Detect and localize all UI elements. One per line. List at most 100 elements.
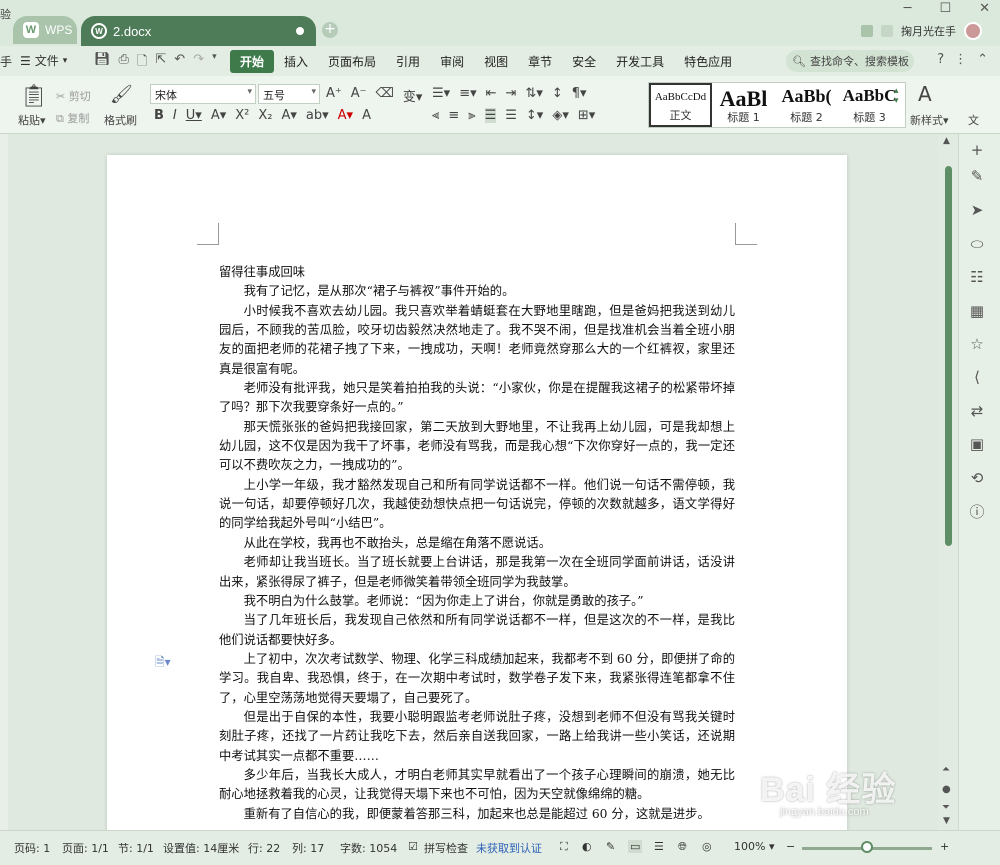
tab-wps-home[interactable]: W WPS — [13, 16, 77, 44]
ribbon-tab[interactable]: 审阅 — [430, 50, 474, 73]
document-paragraph[interactable]: 多少年后，当我长大成人，才明白老师其实早就看出了一个孩子心理瞬间的崩溃，她无比耐… — [219, 766, 735, 805]
new-tab-plus-icon[interactable]: + — [322, 22, 338, 38]
document-paragraph[interactable]: 老师没有批评我，她只是笑着拍拍我的头说：“小家伙，你是在提醒我这裙子的松紧带坏掉… — [219, 379, 735, 418]
tab-document[interactable]: W 2.docx — [81, 16, 316, 46]
grow-font-icon[interactable]: A⁺ — [326, 86, 342, 105]
ribbon-tab[interactable]: 插入 — [274, 50, 318, 73]
document-paragraph[interactable]: 重新有了自信心的我，即便蒙着答那三科，加起来也总是能超过 60 分，这就是进步。 — [219, 805, 735, 824]
ribbon-tab[interactable]: 安全 — [562, 50, 606, 73]
more-icon[interactable]: ⋮ — [954, 52, 967, 67]
align-center-icon[interactable]: ≡ — [448, 108, 459, 123]
help-icon[interactable]: ? — [937, 52, 944, 67]
sort-icon[interactable]: ↕ — [552, 86, 563, 101]
document-paragraph[interactable]: 但是出于自保的本性，我要小聪明跟监考老师说肚子疼，没想到老师不但没有骂我关键时刻… — [219, 708, 735, 766]
collapse-ribbon-icon[interactable]: ⌃ — [977, 52, 988, 67]
shrink-font-icon[interactable]: A⁻ — [351, 86, 367, 105]
format-painter-button[interactable]: 格式刷 — [104, 112, 137, 128]
font-color-icon[interactable]: A▾ — [338, 108, 353, 123]
ribbon-tab[interactable]: 开始 — [230, 50, 275, 73]
ribbon-cut-text[interactable]: 文 — [968, 112, 979, 128]
status-word-count[interactable]: 字数: 1054 — [340, 840, 397, 856]
status-section[interactable]: 节: 1/1 — [118, 840, 154, 856]
bold-icon[interactable]: B — [154, 108, 164, 123]
clear-format-icon[interactable]: ⌫ — [376, 86, 394, 105]
favorite-star-icon[interactable]: ☆ — [967, 334, 987, 354]
font-size-select[interactable]: 五号 — [258, 84, 320, 104]
avatar[interactable] — [964, 22, 982, 40]
web-view-icon[interactable]: 🌐︎ — [678, 840, 687, 854]
gallery-icon[interactable]: ▦ — [967, 301, 987, 321]
borders-icon[interactable]: ⊞▾ — [578, 108, 595, 123]
document-title[interactable]: 留得往事成回味 — [219, 263, 735, 282]
spell-check-icon[interactable]: ☑ — [408, 840, 418, 853]
char-shading-icon[interactable]: A — [362, 108, 371, 123]
align-left-icon[interactable]: ⫷ — [432, 108, 439, 123]
file-menu[interactable]: ☰ 文件 ▾ — [20, 52, 67, 69]
show-marks-icon[interactable]: ¶▾ — [572, 86, 587, 101]
panel-collapse-icon[interactable]: + — [967, 140, 987, 160]
document-body[interactable]: 留得往事成回味 我有了记忆，是从那次“裙子与裤衩”事件开始的。 小时候我不喜欢去幼… — [219, 263, 735, 824]
fullscreen-icon[interactable]: ⛶ — [560, 840, 568, 854]
share-icon[interactable]: ⟨ — [967, 367, 987, 387]
user-name[interactable]: 掬月光在手 — [901, 23, 956, 39]
maximize-icon[interactable]: ☐ — [939, 1, 951, 16]
document-paragraph[interactable]: 小时候我不喜欢去幼儿园。我只喜欢举着蜻蜓套在大野地里瞎跑，但是爸妈把我送到幼儿园… — [219, 302, 735, 379]
text-effect-icon[interactable]: A▾ — [281, 108, 296, 123]
command-search[interactable]: 🔍︎ 查找命令、搜索模板 — [786, 50, 914, 72]
underline-icon[interactable]: U▾ — [186, 108, 202, 123]
print-preview-icon[interactable]: 🗋︎ — [137, 52, 147, 74]
highlight-icon[interactable]: ab▾ — [306, 108, 329, 123]
document-paragraph[interactable]: 上了初中，次次考试数学、物理、化学三科成绩加起来，我都考不到 60 分，即便拼了… — [219, 650, 735, 708]
paragraph-layout-icon[interactable]: 🗎▾ — [155, 653, 171, 674]
font-name-select[interactable]: 宋体 — [150, 84, 256, 104]
ribbon-tab[interactable]: 特色应用 — [674, 50, 742, 73]
edit-mode-icon[interactable]: ✎ — [606, 840, 615, 853]
shading-icon[interactable]: ◈▾ — [552, 108, 569, 123]
format-painter-icon[interactable]: 🖌︎ — [110, 84, 133, 105]
new-style-icon[interactable]: A — [918, 82, 932, 106]
edit-pen-icon[interactable]: ✎ — [967, 166, 987, 186]
paste-button[interactable]: 粘贴▾ — [18, 112, 46, 128]
status-page-number[interactable]: 页码: 1 — [14, 840, 50, 856]
unsaved-dot-icon[interactable] — [296, 27, 304, 35]
ribbon-tab[interactable]: 章节 — [518, 50, 562, 73]
document-paragraph[interactable]: 那天慌张张的爸妈把我接回家，第二天放到大野地里，不让我再上幼儿园，可是我却想上幼… — [219, 418, 735, 476]
document-paragraph[interactable]: 当了几年班长后，我发现自己依然和所有同学说话都不一样，但是这次的不一样，是我比他… — [219, 611, 735, 650]
status-column[interactable]: 列: 17 — [292, 840, 324, 856]
ribbon-tab[interactable]: 页面布局 — [318, 50, 386, 73]
ribbon-tab[interactable]: 开发工具 — [606, 50, 674, 73]
zoom-out-icon[interactable]: − — [786, 840, 795, 853]
document-paragraph[interactable]: 从此在学校，我再也不敢抬头，总是缩在角落不愿说话。 — [219, 534, 735, 553]
help-circle-icon[interactable]: ⓘ — [967, 502, 987, 522]
scroll-up-icon[interactable]: ▲ — [943, 136, 950, 146]
zoom-slider-knob[interactable] — [861, 841, 873, 853]
undo-icon[interactable]: ↶ — [174, 52, 185, 74]
document-paragraph[interactable]: 我不明白为什么鼓掌。老师说：“因为你走上了讲台，你就是勇敢的孩子。” — [219, 592, 735, 611]
new-style-button[interactable]: 新样式▾ — [910, 112, 949, 128]
protect-eye-icon[interactable]: ◐ — [582, 840, 592, 853]
save-icon[interactable]: 💾︎ — [94, 52, 111, 74]
ribbon-tab[interactable]: 视图 — [474, 50, 518, 73]
window-mode-icon[interactable] — [881, 25, 893, 37]
shapes-icon[interactable]: ⬭ — [967, 234, 987, 254]
zoom-level[interactable]: 100% ▾ — [734, 840, 774, 853]
justify-icon[interactable]: ☰ — [484, 108, 497, 123]
zoom-in-icon[interactable]: + — [940, 840, 949, 853]
status-spell-check[interactable]: 拼写检查 — [424, 840, 468, 856]
numbering-icon[interactable]: ≡▾ — [459, 86, 476, 101]
phonetic-icon[interactable]: 变▾ — [403, 86, 423, 105]
decrease-indent-icon[interactable]: ⇤ — [486, 86, 497, 101]
close-icon[interactable]: ✕ — [979, 1, 990, 16]
document-page[interactable]: 🗎▾ 留得往事成回味 我有了记忆，是从那次“裙子与裤衩”事件开始的。 小时候我不喜… — [107, 155, 847, 830]
adjust-sliders-icon[interactable]: ☷ — [967, 267, 987, 287]
cut-button[interactable]: ✂ 剪切 — [56, 88, 91, 104]
style-heading-1[interactable]: AaBl 标题 1 — [712, 83, 775, 127]
outline-view-icon[interactable]: ☰ — [654, 840, 664, 853]
distributed-icon[interactable]: ☰ — [505, 108, 517, 123]
align-right-icon[interactable]: ⫸ — [468, 108, 475, 123]
italic-icon[interactable]: I — [173, 108, 177, 123]
qa-more-icon[interactable]: ▾ — [212, 52, 217, 74]
scroll-thumb[interactable] — [945, 166, 952, 546]
prev-page-icon[interactable]: ⏶ — [942, 764, 950, 775]
superscript-icon[interactable]: X² — [235, 108, 249, 123]
